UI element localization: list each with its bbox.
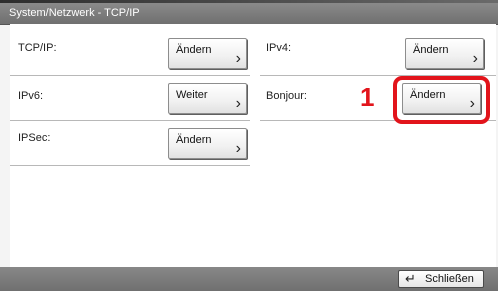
tcpip-change-label: Ändern: [176, 44, 212, 56]
close-label: Schließen: [425, 273, 474, 285]
ipv4-change-button[interactable]: Ändern ›: [405, 38, 484, 69]
ipsec-label: IPSec:: [18, 132, 51, 144]
close-button[interactable]: ↵ Schließen: [398, 270, 484, 288]
ipv6-label: IPv6:: [18, 90, 44, 102]
ipv4-label: IPv4:: [266, 42, 292, 54]
divider: [10, 75, 250, 76]
chevron-right-icon: ›: [235, 95, 241, 112]
chevron-right-icon: ›: [472, 50, 478, 67]
ipsec-change-label: Ändern: [176, 134, 212, 146]
ipsec-change-button[interactable]: Ändern ›: [168, 128, 247, 159]
chevron-right-icon: ›: [235, 140, 241, 157]
ipv4-change-label: Ändern: [413, 44, 449, 56]
tcpip-change-button[interactable]: Ändern ›: [168, 38, 247, 69]
callout-number: 1: [360, 82, 375, 112]
divider: [10, 120, 250, 121]
ipv6-next-label: Weiter: [176, 89, 208, 101]
title-bar: System/Netzwerk - TCP/IP: [0, 3, 498, 25]
bonjour-label: Bonjour:: [266, 90, 307, 102]
highlight-box: [393, 76, 490, 124]
chevron-right-icon: ›: [235, 50, 241, 67]
ipv6-next-button[interactable]: Weiter ›: [168, 83, 247, 114]
dialog-window: System/Netzwerk - TCP/IP TCP/IP: Ändern …: [0, 0, 498, 291]
tcpip-label: TCP/IP:: [18, 42, 57, 54]
window-title: System/Netzwerk - TCP/IP: [9, 7, 140, 19]
enter-return-icon: ↵: [405, 271, 416, 286]
divider: [10, 165, 250, 166]
